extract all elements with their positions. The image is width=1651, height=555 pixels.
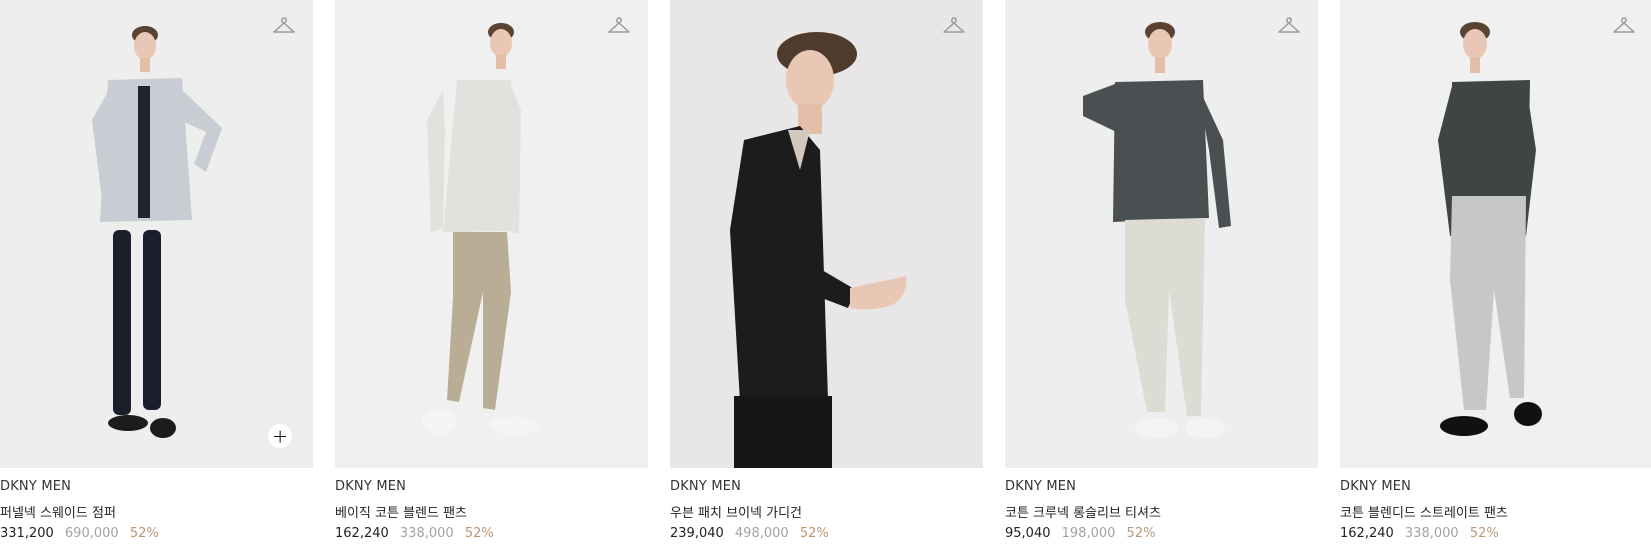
discount-rate: 52% xyxy=(1126,526,1156,541)
product-image[interactable] xyxy=(0,0,313,468)
sale-price: 95,040 xyxy=(1005,526,1051,541)
product-name[interactable]: 퍼넬넥 스웨이드 점퍼 xyxy=(0,502,116,521)
model-photo xyxy=(1083,22,1231,438)
discount-rate: 52% xyxy=(799,526,829,541)
original-price: 498,000 xyxy=(734,526,789,541)
plus-icon[interactable] xyxy=(268,424,292,448)
product-brand[interactable]: DKNY MEN xyxy=(335,479,406,494)
product-brand[interactable]: DKNY MEN xyxy=(1340,479,1411,494)
product-image[interactable] xyxy=(1005,0,1318,468)
model-photo xyxy=(730,32,907,468)
product-prices: 239,040 498,000 52% xyxy=(670,526,829,541)
original-price: 338,000 xyxy=(1404,526,1459,541)
product-brand[interactable]: DKNY MEN xyxy=(670,479,741,494)
hanger-icon[interactable] xyxy=(1611,14,1637,38)
product-name[interactable]: 우븐 패치 브이넥 가디건 xyxy=(670,502,802,521)
product-name[interactable]: 베이직 코튼 블렌드 팬츠 xyxy=(335,502,467,521)
product-card[interactable]: DKNY MEN 코튼 블렌디드 스트레이트 팬츠 162,240 338,00… xyxy=(1340,0,1651,555)
model-photo xyxy=(92,26,222,438)
model-photo xyxy=(422,23,540,435)
product-brand[interactable]: DKNY MEN xyxy=(0,479,71,494)
product-image[interactable] xyxy=(1340,0,1651,468)
product-card[interactable]: DKNY MEN 베이직 코튼 블렌드 팬츠 162,240 338,000 5… xyxy=(335,0,648,555)
product-image[interactable] xyxy=(670,0,983,468)
hanger-icon[interactable] xyxy=(606,14,632,38)
hanger-icon[interactable] xyxy=(271,14,297,38)
product-prices: 95,040 198,000 52% xyxy=(1005,526,1155,541)
product-card[interactable]: DKNY MEN 우븐 패치 브이넥 가디건 239,040 498,000 5… xyxy=(670,0,983,555)
product-prices: 331,200 690,000 52% xyxy=(0,526,159,541)
sale-price: 239,040 xyxy=(670,526,724,541)
product-prices: 162,240 338,000 52% xyxy=(1340,526,1499,541)
discount-rate: 52% xyxy=(464,526,494,541)
product-prices: 162,240 338,000 52% xyxy=(335,526,494,541)
discount-rate: 52% xyxy=(1469,526,1499,541)
discount-rate: 52% xyxy=(129,526,159,541)
model-photo xyxy=(1438,22,1542,436)
product-brand[interactable]: DKNY MEN xyxy=(1005,479,1076,494)
hanger-icon[interactable] xyxy=(1276,14,1302,38)
product-grid: DKNY MEN 퍼넬넥 스웨이드 점퍼 331,200 690,000 52% xyxy=(0,0,1651,555)
product-card[interactable]: DKNY MEN 퍼넬넥 스웨이드 점퍼 331,200 690,000 52% xyxy=(0,0,313,555)
original-price: 198,000 xyxy=(1061,526,1116,541)
sale-price: 162,240 xyxy=(1340,526,1394,541)
original-price: 690,000 xyxy=(64,526,119,541)
product-name[interactable]: 코튼 블렌디드 스트레이트 팬츠 xyxy=(1340,502,1508,521)
hanger-icon[interactable] xyxy=(941,14,967,38)
product-image[interactable] xyxy=(335,0,648,468)
original-price: 338,000 xyxy=(399,526,454,541)
sale-price: 331,200 xyxy=(0,526,54,541)
product-name[interactable]: 코튼 크루넥 롱슬리브 티셔츠 xyxy=(1005,502,1161,521)
product-card[interactable]: DKNY MEN 코튼 크루넥 롱슬리브 티셔츠 95,040 198,000 … xyxy=(1005,0,1318,555)
sale-price: 162,240 xyxy=(335,526,389,541)
